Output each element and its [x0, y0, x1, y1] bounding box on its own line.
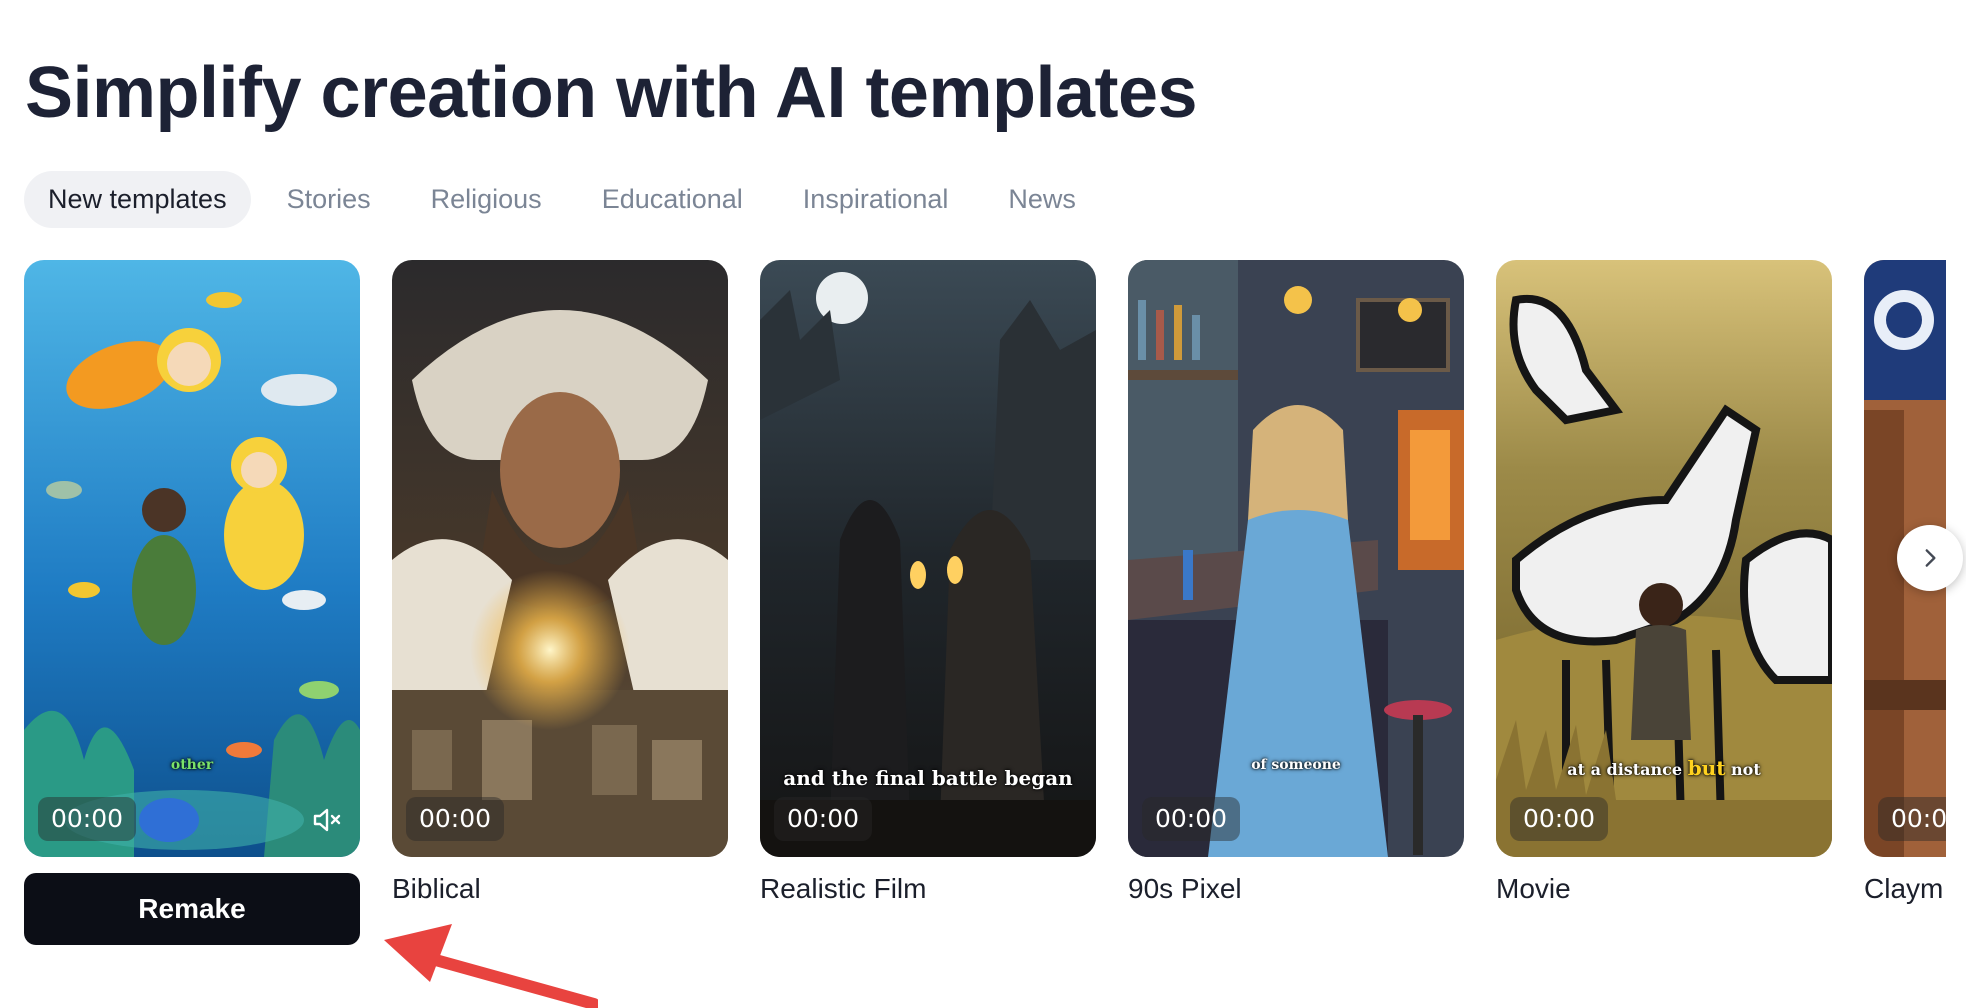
tab-news[interactable]: News	[984, 171, 1100, 228]
template-card-biblical: 00:00 Biblical	[392, 260, 728, 905]
carousel-next-button[interactable]	[1897, 525, 1963, 591]
template-carousel: other 00:00 Remake 00:00 Biblical and th…	[0, 260, 1946, 960]
tab-new-templates[interactable]: New templates	[24, 171, 251, 228]
video-duration: 00:0	[1878, 797, 1946, 841]
video-caption: and the final battle began	[783, 766, 1073, 790]
template-thumbnail[interactable]: at a distance but not 00:00	[1496, 260, 1832, 857]
template-card-realistic-film: and the final battle began 00:00 Realist…	[760, 260, 1096, 905]
video-duration: 00:00	[406, 797, 505, 841]
template-card-90s-pixel: of someone 00:00 90s Pixel	[1128, 260, 1464, 905]
template-thumbnail[interactable]: 00:00	[392, 260, 728, 857]
annotation-arrow-icon	[384, 924, 598, 1008]
templates-page: Simplify creation with AI templates New …	[0, 0, 1966, 1008]
tab-educational[interactable]: Educational	[578, 171, 767, 228]
template-name: Claym	[1864, 873, 1944, 904]
video-caption: of someone	[1251, 757, 1341, 774]
tab-stories[interactable]: Stories	[263, 171, 395, 228]
speaker-muted-icon[interactable]	[308, 801, 346, 839]
biblical-scene-image	[392, 260, 728, 857]
tab-religious[interactable]: Religious	[407, 171, 566, 228]
video-duration: 00:00	[1510, 797, 1609, 841]
template-thumbnail[interactable]: of someone 00:00	[1128, 260, 1464, 857]
video-duration: 00:00	[1142, 797, 1241, 841]
chevron-right-icon	[1925, 549, 1936, 567]
template-card-movie: at a distance but not 00:00 Movie	[1496, 260, 1832, 905]
video-duration: 00:00	[38, 797, 137, 841]
template-card-underwater: other 00:00 Remake	[24, 260, 360, 945]
video-caption: other	[170, 757, 214, 774]
category-tabs: New templates Stories Religious Educatio…	[24, 171, 1112, 228]
template-name: Realistic Film	[760, 873, 927, 904]
template-thumbnail[interactable]: other 00:00	[24, 260, 360, 857]
template-name: 90s Pixel	[1128, 873, 1242, 904]
template-name: Biblical	[392, 873, 481, 904]
video-caption: at a distance but not	[1567, 756, 1761, 780]
tab-inspirational[interactable]: Inspirational	[779, 171, 973, 228]
video-duration: 00:00	[774, 797, 873, 841]
page-title: Simplify creation with AI templates	[25, 53, 1198, 133]
remake-button[interactable]: Remake	[24, 873, 360, 945]
template-name: Movie	[1496, 873, 1571, 904]
template-thumbnail[interactable]: and the final battle began 00:00	[760, 260, 1096, 857]
